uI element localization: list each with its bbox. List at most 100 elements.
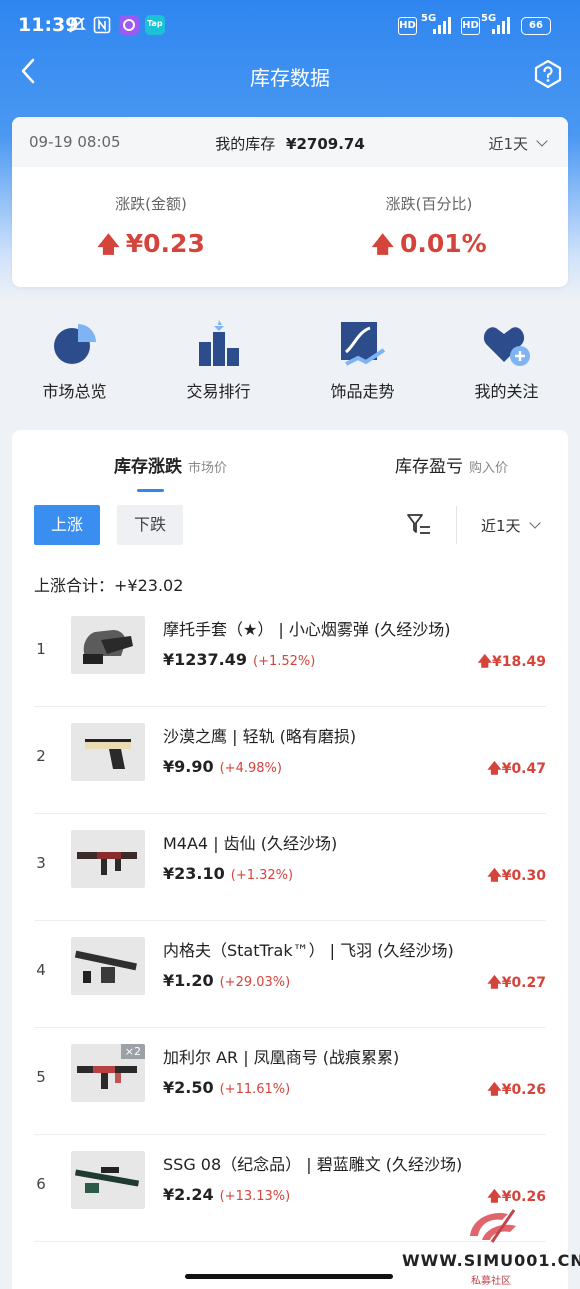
inventory-panel: 库存涨跌 市场价 库存盈亏 购入价 上涨 下跌 近1天 上涨合计：+¥23.02 1… bbox=[12, 430, 568, 1289]
change-pct-value: 0.01% bbox=[399, 229, 487, 258]
fall-button[interactable]: 下跌 bbox=[117, 505, 183, 545]
hd-badge: HD bbox=[398, 17, 417, 35]
up-arrow-icon: 🡅 bbox=[97, 233, 120, 258]
item-name: 摩托手套（★） | 小心烟雾弹 (久经沙场) bbox=[163, 620, 451, 639]
summary-range-select[interactable]: 近1天 bbox=[488, 133, 548, 154]
list-item[interactable]: 1 摩托手套（★） | 小心烟雾弹 (久经沙场) ¥1237.49 (+1.52%… bbox=[34, 600, 546, 707]
filter-icon bbox=[407, 514, 430, 534]
item-rank: 4 bbox=[36, 961, 46, 979]
item-name: 内格夫（StatTrak™） | 飞羽 (久经沙场) bbox=[163, 941, 454, 960]
inventory-summary-card: 09-19 08:05 我的库存 ¥2709.74 近1天 涨跌(金额) 🡅 ¥0… bbox=[12, 117, 568, 287]
item-name: 沙漠之鹰 | 轻轨 (略有磨损) bbox=[163, 727, 357, 746]
item-thumbnail bbox=[71, 723, 145, 781]
item-price: ¥1237.49 bbox=[163, 650, 248, 669]
list-item[interactable]: 4 内格夫（StatTrak™） | 飞羽 (久经沙场) ¥1.20 (+29.0… bbox=[34, 921, 546, 1028]
rise-button[interactable]: 上涨 bbox=[34, 505, 100, 545]
filter-button[interactable] bbox=[406, 512, 432, 538]
range-label: 近1天 bbox=[481, 517, 521, 535]
tab-inventory-profit[interactable]: 库存盈亏 购入价 bbox=[395, 452, 508, 477]
item-percent: (+1.32%) bbox=[230, 868, 294, 883]
home-indicator[interactable] bbox=[185, 1274, 393, 1279]
item-price: ¥1.20 bbox=[163, 971, 214, 990]
tap-label: Tap bbox=[147, 19, 163, 28]
sniper-rifle-icon bbox=[74, 1167, 140, 1193]
item-thumbnail bbox=[71, 616, 145, 674]
list-item[interactable]: 3 M4A4 | 齿仙 (久经沙场) ¥23.10 (+1.32%) 🡅¥0.30 bbox=[34, 814, 546, 921]
watermark: WWW.SIMU001.CN 私募社区 bbox=[402, 1206, 580, 1289]
inventory-amount: ¥2709.74 bbox=[286, 135, 365, 153]
menu-label: 市场总览 bbox=[42, 382, 107, 401]
item-thumbnail bbox=[71, 1151, 145, 1209]
signal-icon bbox=[492, 16, 510, 34]
item-name: M4A4 | 齿仙 (久经沙场) bbox=[163, 834, 338, 853]
tab-sub-label: 市场价 bbox=[188, 461, 228, 476]
machine-gun-icon bbox=[74, 950, 137, 983]
item-rank: 1 bbox=[36, 640, 46, 658]
divider bbox=[456, 506, 457, 544]
watermark-logo bbox=[470, 1209, 516, 1243]
ranking-icon bbox=[199, 320, 239, 366]
status-bar: 11:39 Tap HD 5G HD 5G 66 bbox=[0, 0, 580, 50]
watermark-site: WWW.SIMU001.CN bbox=[402, 1251, 580, 1270]
battery-icon: 66 bbox=[521, 17, 551, 35]
change-amount-value: ¥0.23 bbox=[125, 229, 205, 258]
item-price-row: ¥2.24 (+13.13%) bbox=[163, 1185, 290, 1204]
item-percent: (+11.61%) bbox=[219, 1082, 291, 1097]
help-button[interactable] bbox=[534, 59, 562, 89]
item-rank: 2 bbox=[36, 747, 46, 765]
tab-sub-label: 购入价 bbox=[469, 461, 509, 476]
item-percent: (+4.98%) bbox=[219, 761, 282, 776]
rise-total: 上涨合计：+¥23.02 bbox=[34, 572, 183, 596]
hd-badge: HD bbox=[461, 17, 480, 35]
item-name: 加利尔 AR | 凤凰商号 (战痕累累) bbox=[163, 1048, 400, 1067]
item-change: 🡅¥0.47 bbox=[487, 761, 546, 777]
tab-inventory-change[interactable]: 库存涨跌 市场价 bbox=[114, 452, 227, 477]
nfc-icon bbox=[93, 16, 111, 38]
item-change: 🡅¥0.26 bbox=[487, 1082, 546, 1098]
inventory-label: 我的库存 bbox=[215, 135, 276, 153]
change-amount-label: 涨跌(金额) bbox=[115, 195, 187, 213]
list-item[interactable]: 2 沙漠之鹰 | 轻轨 (略有磨损) ¥9.90 (+4.98%) 🡅¥0.47 bbox=[34, 707, 546, 814]
rifle-icon bbox=[77, 852, 137, 875]
item-rank: 6 bbox=[36, 1175, 46, 1193]
up-arrow-icon: 🡅 bbox=[371, 233, 394, 258]
item-price: ¥23.10 bbox=[163, 864, 225, 883]
item-percent: (+13.13%) bbox=[219, 1189, 291, 1204]
list-range-select[interactable]: 近1天 bbox=[481, 515, 541, 536]
item-thumbnail bbox=[71, 937, 145, 995]
range-label: 近1天 bbox=[488, 135, 528, 153]
change-pct-label: 涨跌(百分比) bbox=[385, 195, 473, 213]
item-change: 🡅¥0.27 bbox=[487, 975, 546, 991]
tab-label: 库存盈亏 bbox=[395, 457, 463, 477]
item-name: SSG 08（纪念品） | 碧蓝雕文 (久经沙场) bbox=[163, 1155, 463, 1174]
item-change-value: ¥0.26 bbox=[501, 1082, 546, 1098]
item-change-value: ¥0.30 bbox=[501, 868, 546, 884]
pie-chart-icon bbox=[54, 324, 96, 364]
tap-app-icon: Tap bbox=[145, 15, 165, 39]
app-icon bbox=[119, 15, 139, 39]
gloves-icon bbox=[83, 630, 133, 664]
pistol-icon bbox=[85, 739, 131, 769]
item-change: 🡅¥0.30 bbox=[487, 868, 546, 884]
menu-label: 交易排行 bbox=[186, 382, 251, 401]
item-change-value: ¥0.26 bbox=[501, 1189, 546, 1205]
item-rank: 3 bbox=[36, 854, 46, 872]
item-price-row: ¥23.10 (+1.32%) bbox=[163, 864, 293, 883]
rise-total-label: 上涨合计： bbox=[34, 576, 115, 595]
item-price: ¥9.90 bbox=[163, 757, 214, 776]
trend-icon bbox=[341, 322, 386, 366]
page-title: 库存数据 bbox=[250, 66, 330, 90]
item-percent: (+29.03%) bbox=[219, 975, 291, 990]
change-amount-stat: 涨跌(金额) 🡅 ¥0.23 bbox=[12, 193, 290, 266]
item-thumbnail bbox=[71, 830, 145, 888]
list-item[interactable]: 5 ×2 加利尔 AR | 凤凰商号 (战痕累累) ¥2.50 (+11.61%)… bbox=[34, 1028, 546, 1135]
item-price-row: ¥1.20 (+29.03%) bbox=[163, 971, 290, 990]
inventory-value: 我的库存 ¥2709.74 bbox=[12, 133, 568, 154]
signal-icon bbox=[433, 16, 451, 34]
quantity-badge: ×2 bbox=[120, 1044, 145, 1059]
item-price-row: ¥2.50 (+11.61%) bbox=[163, 1078, 290, 1097]
menu-label: 饰品走势 bbox=[330, 382, 395, 401]
item-rank: 5 bbox=[36, 1068, 46, 1086]
change-pct-stat: 涨跌(百分比) 🡅 0.01% bbox=[290, 193, 568, 266]
mute-icon bbox=[68, 16, 86, 38]
